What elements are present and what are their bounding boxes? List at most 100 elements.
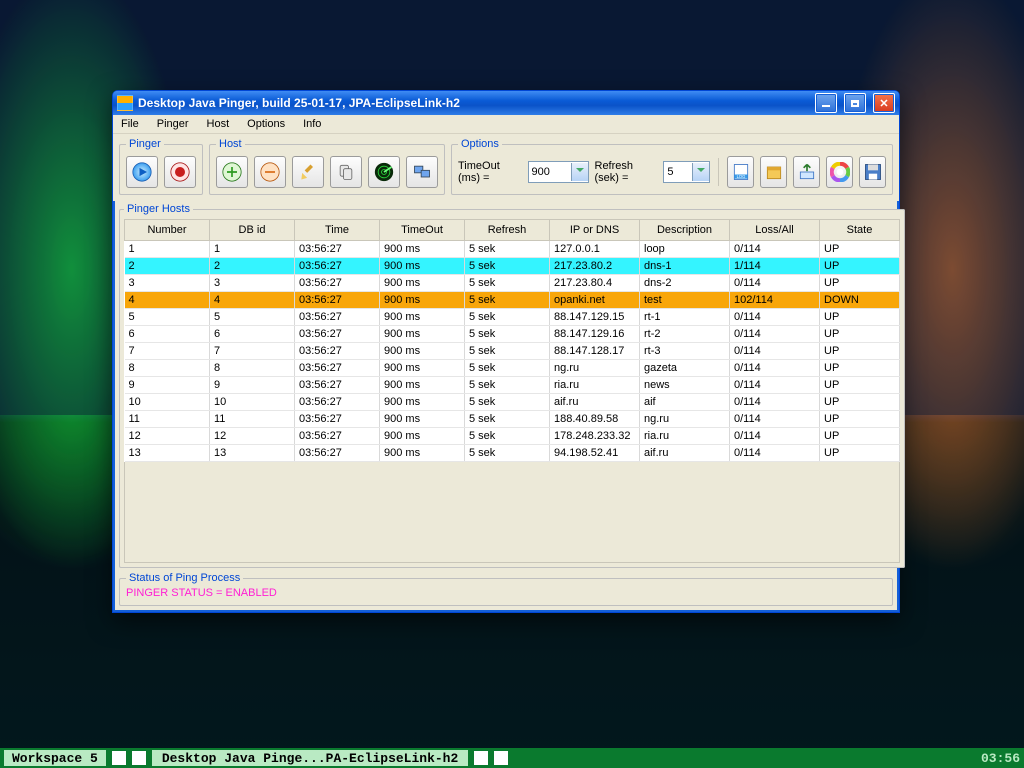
timeout-input[interactable]	[529, 163, 571, 181]
group-host: Host	[209, 138, 445, 195]
table-cell: ria.ru	[550, 377, 640, 394]
table-cell: 0/114	[730, 326, 820, 343]
table-cell: 5 sek	[465, 377, 550, 394]
column-header[interactable]: Refresh	[465, 220, 550, 241]
table-cell: 10	[125, 394, 210, 411]
archive-button[interactable]	[760, 156, 787, 188]
archive-icon	[764, 162, 784, 182]
table-cell: 1	[125, 241, 210, 258]
timeout-label: TimeOut (ms) =	[458, 160, 522, 184]
column-header[interactable]: TimeOut	[380, 220, 465, 241]
table-cell: 5 sek	[465, 445, 550, 462]
table-cell: UP	[820, 428, 900, 445]
close-button[interactable]: ✕	[873, 93, 895, 113]
table-row[interactable]: 5503:56:27900 ms5 sek88.147.129.15rt-10/…	[125, 309, 900, 326]
radar-button[interactable]	[368, 156, 400, 188]
status-group: Status of Ping Process PINGER STATUS = E…	[119, 572, 893, 606]
table-cell: rt-1	[640, 309, 730, 326]
table-row[interactable]: 8803:56:27900 ms5 sekng.rugazeta0/114UP	[125, 360, 900, 377]
table-cell: 88.147.128.17	[550, 343, 640, 360]
workspace-button[interactable]: Workspace 5	[4, 750, 106, 766]
table-cell: 03:56:27	[295, 445, 380, 462]
menu-pinger[interactable]: Pinger	[155, 117, 191, 131]
copy-host-button[interactable]	[330, 156, 362, 188]
table-cell: 217.23.80.4	[550, 275, 640, 292]
table-cell: 2	[125, 258, 210, 275]
column-header[interactable]: Description	[640, 220, 730, 241]
clear-hosts-button[interactable]	[292, 156, 324, 188]
column-header[interactable]: Number	[125, 220, 210, 241]
table-row[interactable]: 3303:56:27900 ms5 sek217.23.80.4dns-20/1…	[125, 275, 900, 292]
gear-color-icon	[830, 162, 850, 182]
separator	[718, 158, 719, 186]
table-cell: 10	[210, 394, 295, 411]
chevron-down-icon[interactable]	[571, 163, 588, 181]
table-cell: 0/114	[730, 394, 820, 411]
maximize-button[interactable]	[844, 93, 866, 113]
table-cell: 03:56:27	[295, 360, 380, 377]
minimize-button[interactable]	[815, 93, 837, 113]
table-cell: UP	[820, 445, 900, 462]
table-cell: news	[640, 377, 730, 394]
table-row[interactable]: 1103:56:27900 ms5 sek127.0.0.1loop0/114U…	[125, 241, 900, 258]
column-header[interactable]: DB id	[210, 220, 295, 241]
record-button[interactable]	[164, 156, 196, 188]
svg-text:LOG: LOG	[736, 174, 745, 179]
save-button[interactable]	[859, 156, 886, 188]
remove-host-button[interactable]	[254, 156, 286, 188]
table-cell: 2	[210, 258, 295, 275]
chevron-down-icon[interactable]	[692, 163, 709, 181]
radar-icon	[374, 162, 394, 182]
table-row[interactable]: 131303:56:27900 ms5 sek94.198.52.41aif.r…	[125, 445, 900, 462]
table-cell: 0/114	[730, 377, 820, 394]
column-header[interactable]: State	[820, 220, 900, 241]
table-row[interactable]: 4403:56:27900 ms5 sekopanki.nettest102/1…	[125, 292, 900, 309]
menu-options[interactable]: Options	[245, 117, 287, 131]
table-cell: UP	[820, 360, 900, 377]
table-row[interactable]: 7703:56:27900 ms5 sek88.147.128.17rt-30/…	[125, 343, 900, 360]
hosts-table[interactable]: NumberDB idTimeTimeOutRefreshIP or DNSDe…	[124, 219, 900, 462]
hosts-list-button[interactable]	[406, 156, 438, 188]
play-button[interactable]	[126, 156, 158, 188]
titlebar[interactable]: Desktop Java Pinger, build 25-01-17, JPA…	[113, 91, 899, 115]
log-icon: LOG	[731, 162, 751, 182]
table-row[interactable]: 2203:56:27900 ms5 sek217.23.80.2dns-11/1…	[125, 258, 900, 275]
table-cell: 217.23.80.2	[550, 258, 640, 275]
export-button[interactable]	[793, 156, 820, 188]
table-cell: 900 ms	[380, 241, 465, 258]
table-cell: aif	[640, 394, 730, 411]
column-header[interactable]: Loss/All	[730, 220, 820, 241]
settings-button[interactable]	[826, 156, 853, 188]
table-cell: 6	[210, 326, 295, 343]
table-row[interactable]: 121203:56:27900 ms5 sek178.248.233.32ria…	[125, 428, 900, 445]
log-button[interactable]: LOG	[727, 156, 754, 188]
add-host-button[interactable]	[216, 156, 248, 188]
taskbar-app[interactable]: Desktop Java Pinge...PA-EclipseLink-h2	[152, 750, 468, 766]
column-header[interactable]: IP or DNS	[550, 220, 640, 241]
table-row[interactable]: 6603:56:27900 ms5 sek88.147.129.16rt-20/…	[125, 326, 900, 343]
table-row[interactable]: 9903:56:27900 ms5 sekria.runews0/114UP	[125, 377, 900, 394]
table-cell: 03:56:27	[295, 343, 380, 360]
table-cell: 5 sek	[465, 343, 550, 360]
refresh-input[interactable]	[664, 163, 692, 181]
timeout-combo[interactable]	[528, 161, 589, 183]
play-icon	[132, 162, 152, 182]
table-cell: 8	[210, 360, 295, 377]
taskbar-sep	[494, 751, 508, 765]
refresh-combo[interactable]	[663, 161, 710, 183]
menu-file[interactable]: File	[119, 117, 141, 131]
column-header[interactable]: Time	[295, 220, 380, 241]
table-row[interactable]: 101003:56:27900 ms5 sekaif.ruaif0/114UP	[125, 394, 900, 411]
table-cell: 0/114	[730, 428, 820, 445]
menu-host[interactable]: Host	[205, 117, 232, 131]
taskbar[interactable]: Workspace 5 Desktop Java Pinge...PA-Ecli…	[0, 748, 1024, 768]
menu-info[interactable]: Info	[301, 117, 323, 131]
table-cell: opanki.net	[550, 292, 640, 309]
table-cell: 9	[125, 377, 210, 394]
table-cell: 7	[210, 343, 295, 360]
table-cell: 900 ms	[380, 394, 465, 411]
table-cell: 5 sek	[465, 428, 550, 445]
table-cell: 1/114	[730, 258, 820, 275]
table-cell: test	[640, 292, 730, 309]
table-row[interactable]: 111103:56:27900 ms5 sek188.40.89.58ng.ru…	[125, 411, 900, 428]
